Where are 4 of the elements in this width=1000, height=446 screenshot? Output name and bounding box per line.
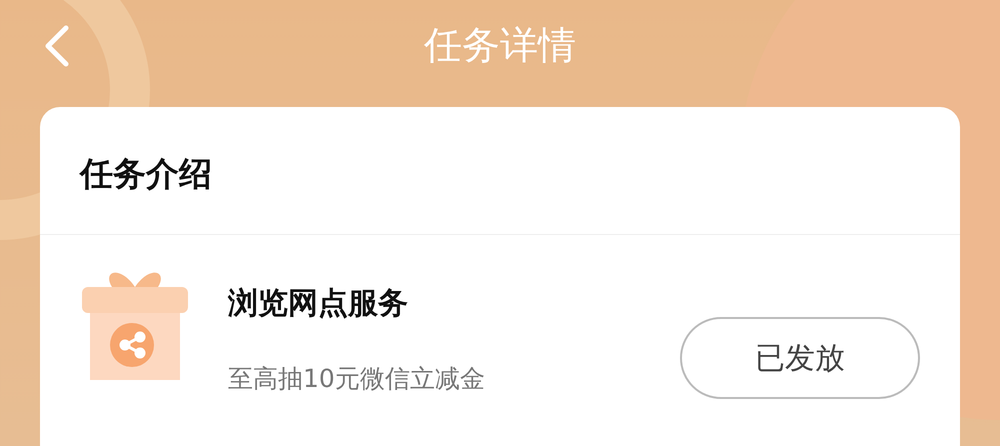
page-title: 任务详情: [424, 22, 576, 69]
section-title: 任务介绍: [40, 107, 960, 235]
task-name: 浏览网点服务: [228, 285, 409, 323]
task-description: 至高抽10元微信立减金: [228, 363, 486, 395]
